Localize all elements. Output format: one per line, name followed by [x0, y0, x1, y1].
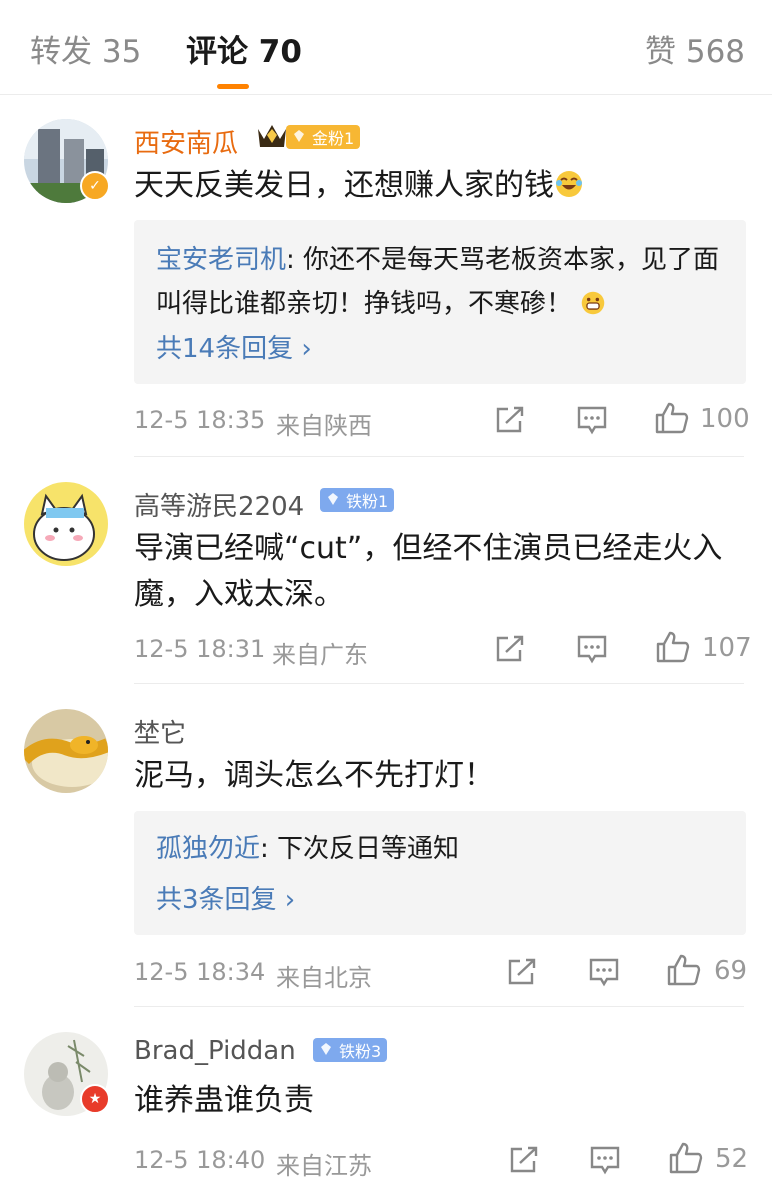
comment-icon[interactable]	[589, 1145, 621, 1175]
tab-comments[interactable]: 评论 70	[186, 26, 302, 71]
comment-time: 12-5 18:40	[134, 1146, 266, 1174]
comment-location: 来自广东	[272, 641, 368, 669]
diamond-icon	[328, 493, 338, 505]
comment-item: 埜它 泥马，调头怎么不先打灯！ 孤独勿近: 下次反日等通知 共3条回复 › 12…	[0, 685, 772, 1007]
share-icon[interactable]	[494, 405, 526, 435]
comment-text: 泥马，调头怎么不先打灯！	[134, 758, 494, 793]
like-count: 52	[715, 1144, 749, 1174]
comment-item: ★ Brad_Piddan 铁粉3 谁养蛊谁负责 12-5 18:40 来自江苏…	[0, 1008, 772, 1200]
tab-repost[interactable]: 转发 35	[30, 26, 141, 71]
grin-emoji-icon	[582, 291, 605, 315]
laughing-crying-emoji-icon	[556, 171, 582, 197]
comment-icon[interactable]	[576, 405, 608, 435]
fan-badge-label: 铁粉1	[346, 492, 389, 511]
avatar[interactable]: ✓	[24, 119, 110, 203]
like-count: 107	[702, 633, 752, 663]
reply-text: 孤独勿近: 下次反日等通知	[156, 827, 726, 871]
like-icon[interactable]	[654, 401, 690, 435]
fan-badge-label: 金粉1	[312, 129, 355, 148]
reply-body: : 下次反日等通知	[260, 834, 460, 864]
comment-icon[interactable]	[588, 957, 620, 987]
divider	[134, 1006, 744, 1007]
like-icon[interactable]	[666, 953, 702, 987]
fan-badge: 铁粉1	[320, 488, 395, 512]
diamond-icon	[321, 1043, 331, 1055]
like-icon[interactable]	[655, 630, 691, 664]
divider	[134, 683, 744, 684]
comment-time: 12-5 18:35	[134, 406, 266, 434]
comment-text: 谁养蛊谁负责	[134, 1083, 314, 1118]
comment-tabs: 转发 35 评论 70 赞 568	[0, 0, 772, 95]
username[interactable]: Brad_Piddan	[134, 1036, 296, 1066]
verified-badge-icon: ✓	[80, 171, 110, 201]
share-icon[interactable]	[494, 634, 526, 664]
comment-item: 高等游民2204 铁粉1 导演已经喊“cut”，但经不住演员已经走火入魔，入戏太…	[0, 458, 772, 684]
reply-text: 宝安老司机: 你还不是每天骂老板资本家，见了面叫得比谁都亲切！挣钱吗，不寒碜！	[156, 238, 726, 326]
reply-preview[interactable]: 孤独勿近: 下次反日等通知 共3条回复 ›	[134, 811, 746, 935]
fan-badge: 铁粉3	[313, 1038, 388, 1062]
username[interactable]: 高等游民2204	[134, 486, 304, 523]
reply-preview[interactable]: 宝安老司机: 你还不是每天骂老板资本家，见了面叫得比谁都亲切！挣钱吗，不寒碜！ …	[134, 220, 746, 384]
avatar[interactable]: ★	[24, 1032, 110, 1116]
diamond-icon	[294, 130, 304, 142]
active-tab-indicator	[217, 84, 249, 89]
view-replies-link[interactable]: 共3条回复 ›	[156, 879, 295, 916]
share-icon[interactable]	[506, 957, 538, 987]
fan-badge-label: 铁粉3	[339, 1042, 382, 1061]
view-replies-link[interactable]: 共14条回复 ›	[156, 328, 312, 365]
comment-time: 12-5 18:31	[134, 635, 266, 663]
username[interactable]: 埜它	[134, 713, 186, 750]
comment-text: 天天反美发日，还想赚人家的钱	[134, 163, 744, 209]
comment-icon[interactable]	[576, 634, 608, 664]
reply-username[interactable]: 孤独勿近	[156, 834, 260, 864]
crown-icon	[258, 125, 286, 147]
verified-badge-icon: ★	[80, 1084, 110, 1114]
avatar[interactable]	[24, 709, 108, 793]
username[interactable]: 西安南瓜	[134, 123, 238, 160]
like-count: 100	[700, 404, 750, 434]
fan-badge: 金粉1	[286, 125, 361, 149]
comment-location: 来自江苏	[276, 1152, 372, 1180]
avatar[interactable]	[24, 482, 108, 566]
reply-username[interactable]: 宝安老司机	[156, 245, 286, 275]
comment-location: 来自陕西	[276, 412, 372, 440]
comment-text: 导演已经喊“cut”，但经不住演员已经走火入魔，入戏太深。	[134, 531, 723, 612]
like-icon[interactable]	[668, 1141, 704, 1175]
comment-item: ✓ 西安南瓜 金粉1 天天反美发日，还想赚人家的钱 宝安老司机: 你还不是每天骂…	[0, 95, 772, 457]
tab-likes[interactable]: 赞 568	[645, 26, 745, 71]
like-count: 69	[714, 956, 748, 986]
comment-location: 来自北京	[276, 964, 372, 992]
comment-time: 12-5 18:34	[134, 958, 266, 986]
share-icon[interactable]	[508, 1145, 540, 1175]
divider	[134, 456, 744, 457]
comment-text-body: 天天反美发日，还想赚人家的钱	[134, 168, 554, 203]
